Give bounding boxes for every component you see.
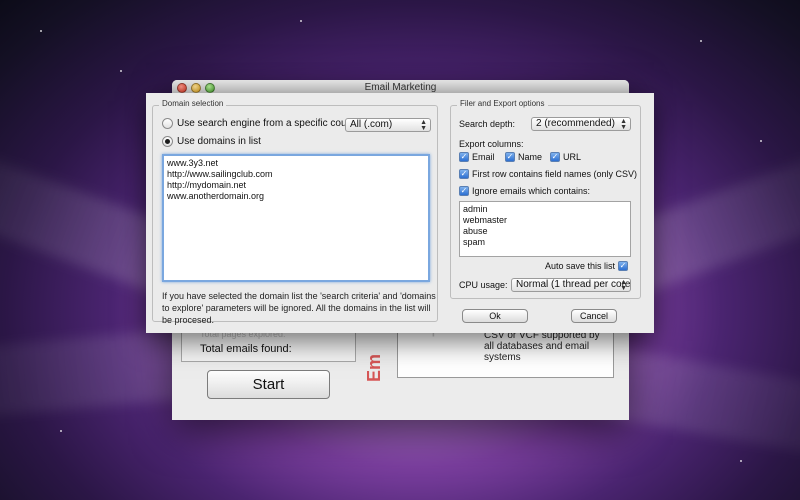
export-columns-label: Export columns: <box>459 139 524 149</box>
star <box>120 70 122 72</box>
ignore-entry: spam <box>463 237 486 247</box>
info-text: CSV or VCF supported by all databases an… <box>484 330 600 363</box>
window-controls <box>177 83 215 93</box>
search-engine-option[interactable]: Use search engine from a specific countr… <box>162 118 363 129</box>
chevron-updown-icon: ▲ ▼ <box>420 119 427 132</box>
cpu-usage-select[interactable]: Normal (1 thread per core) ▲ ▼ <box>511 278 631 292</box>
filter-export-title: Filer and Export options <box>457 99 548 108</box>
window-title: Email Marketing <box>364 82 437 93</box>
first-row-option[interactable]: ✓ First row contains field names (only C… <box>459 169 637 179</box>
chevron-updown-icon: ▲ ▼ <box>620 118 627 131</box>
filter-export-group: Filer and Export options Search depth: 2… <box>450 99 641 299</box>
cpu-usage-value: Normal (1 thread per core) <box>516 279 631 290</box>
domain-list-label: Use domains in list <box>177 136 261 147</box>
name-checkbox[interactable]: ✓ <box>505 152 515 162</box>
domain-selection-group: Domain selection Use search engine from … <box>152 99 438 325</box>
start-button[interactable]: Start <box>207 370 330 399</box>
search-engine-label: Use search engine from a specific countr… <box>177 118 364 129</box>
auto-save-label: Auto save this list <box>545 261 616 271</box>
cancel-button[interactable]: Cancel <box>571 309 617 323</box>
url-checkbox[interactable]: ✓ <box>550 152 560 162</box>
zoom-icon[interactable] <box>205 83 215 93</box>
total-emails-label: Total emails found: <box>200 343 292 355</box>
ignore-emails-option[interactable]: ✓ Ignore emails which contains: <box>459 186 590 196</box>
domain-entry: www.3y3.net <box>167 158 219 168</box>
country-select-value: All (.com) <box>350 119 393 130</box>
domain-list-radio[interactable] <box>162 136 173 147</box>
auto-save-option[interactable]: Auto save this list ✓ <box>545 261 629 271</box>
url-column-option[interactable]: ✓ URL <box>550 152 581 162</box>
ignore-emails-checkbox[interactable]: ✓ <box>459 186 469 196</box>
country-select[interactable]: All (.com) ▲ ▼ <box>345 118 431 132</box>
star <box>740 460 742 462</box>
options-sheet: Domain selection Use search engine from … <box>146 93 654 333</box>
first-row-checkbox[interactable]: ✓ <box>459 169 469 179</box>
ignore-entry: abuse <box>463 226 488 236</box>
ignore-entry: admin <box>463 204 488 214</box>
domain-selection-title: Domain selection <box>159 99 227 108</box>
email-checkbox[interactable]: ✓ <box>459 152 469 162</box>
domain-entry: http://www.sailingclub.com <box>167 169 273 179</box>
close-icon[interactable] <box>177 83 187 93</box>
cpu-usage-label: CPU usage: <box>459 280 508 290</box>
ok-button[interactable]: Ok <box>462 309 528 323</box>
url-column-label: URL <box>563 152 582 162</box>
search-engine-radio[interactable] <box>162 118 173 129</box>
star <box>40 30 42 32</box>
ignore-emails-label: Ignore emails which contains: <box>472 186 591 196</box>
search-depth-label: Search depth: <box>459 119 516 129</box>
domain-entry: http://mydomain.net <box>167 180 247 190</box>
ignore-entry: webmaster <box>463 215 508 225</box>
email-column-option[interactable]: ✓ Email <box>459 152 495 162</box>
minimize-icon[interactable] <box>191 83 201 93</box>
email-column-label: Email <box>472 152 495 162</box>
chevron-updown-icon: ▲ ▼ <box>620 279 627 292</box>
domain-entry: www.anotherdomain.org <box>167 191 265 201</box>
ignore-list-textarea[interactable]: admin webmaster abuse spam <box>459 201 631 257</box>
star <box>60 430 62 432</box>
domain-list-option[interactable]: Use domains in list <box>162 136 261 147</box>
name-column-option[interactable]: ✓ Name <box>505 152 542 162</box>
domain-list-note: If you have selected the domain list the… <box>162 291 436 325</box>
name-column-label: Name <box>518 152 543 162</box>
first-row-label: First row contains field names (only CSV… <box>472 169 638 179</box>
auto-save-checkbox[interactable]: ✓ <box>618 261 629 271</box>
star <box>760 140 762 142</box>
search-depth-select[interactable]: 2 (recommended) ▲ ▼ <box>531 117 631 131</box>
search-depth-value: 2 (recommended) <box>536 118 615 129</box>
domain-list-textarea[interactable]: www.3y3.net http://www.sailingclub.com h… <box>162 154 430 282</box>
star <box>700 40 702 42</box>
star <box>300 20 302 22</box>
